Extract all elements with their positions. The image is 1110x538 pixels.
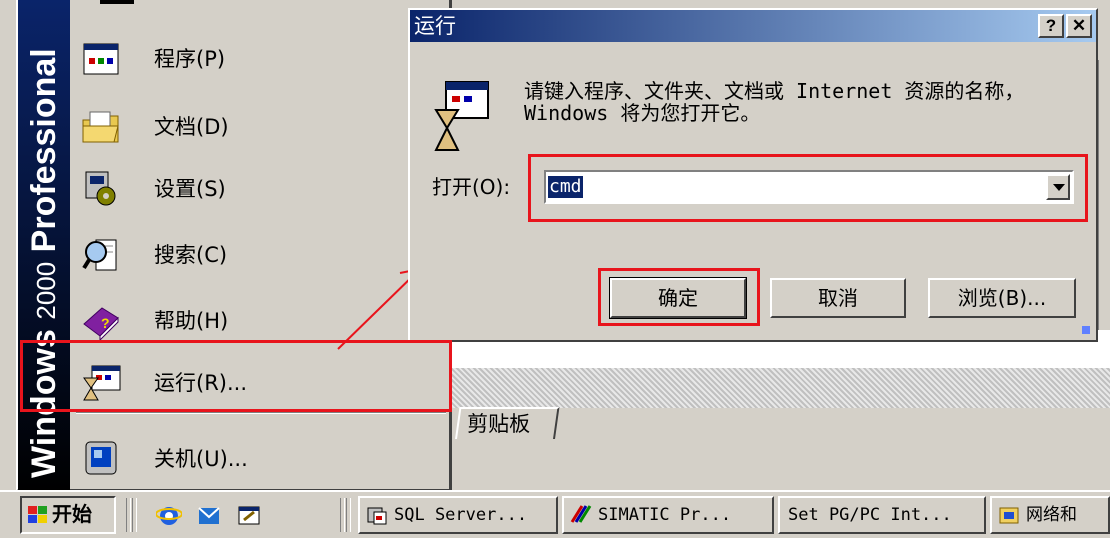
menu-label-programs: 程序(P) xyxy=(154,47,226,71)
run-dialog-titlebar[interactable]: 运行 ? ✕ xyxy=(410,10,1096,42)
menu-item-shutdown[interactable]: 关机(U)... xyxy=(70,428,450,490)
banner-edition: Professional xyxy=(25,48,63,253)
menu-item-programs[interactable]: 程序(P) xyxy=(70,28,450,90)
programs-icon xyxy=(83,43,119,75)
annotation-box-run-item xyxy=(20,340,452,412)
start-button[interactable]: 开始 xyxy=(20,496,116,534)
start-button-label: 开始 xyxy=(52,502,92,526)
menu-label-search: 搜索(C) xyxy=(154,243,228,267)
menu-separator xyxy=(76,412,446,414)
task-sql-server[interactable]: SQL Server... xyxy=(358,496,558,534)
clipboard-tab[interactable]: 剪贴板 xyxy=(455,407,560,439)
menu-label-documents: 文档(D) xyxy=(154,115,229,139)
task-network[interactable]: 网络和 xyxy=(990,496,1110,534)
annotation-box-ok-button xyxy=(598,268,760,326)
help-button[interactable]: ? xyxy=(1038,14,1064,38)
windows-2000-banner: Windows 2000 Professional xyxy=(18,0,70,492)
simatic-icon xyxy=(570,505,592,523)
quicklaunch-divider xyxy=(126,498,131,532)
annotation-box-open-field xyxy=(528,154,1088,222)
cancel-button[interactable]: 取消 xyxy=(770,278,906,318)
task-network-label: 网络和 xyxy=(1026,505,1077,525)
internet-explorer-icon[interactable] xyxy=(156,502,182,528)
menu-label-settings: 设置(S) xyxy=(154,177,226,201)
shutdown-icon xyxy=(85,441,117,475)
sql-server-icon xyxy=(367,507,387,525)
task-sql-server-label: SQL Server... xyxy=(394,505,528,525)
menu-top-edge xyxy=(100,0,134,4)
task-simatic-label: SIMATIC Pr... xyxy=(598,505,732,525)
task-simatic[interactable]: SIMATIC Pr... xyxy=(562,496,774,534)
svg-text:?: ? xyxy=(101,315,110,331)
task-set-pg-pc-label: Set PG/PC Int... xyxy=(788,505,952,525)
menu-item-documents[interactable]: 文档(D) xyxy=(70,96,450,158)
network-folder-icon xyxy=(999,507,1019,524)
task-set-pg-pc[interactable]: Set PG/PC Int... xyxy=(778,496,986,534)
menu-item-settings[interactable]: 设置(S) xyxy=(70,158,450,220)
tasks-divider xyxy=(346,498,351,532)
windows-flag-icon xyxy=(28,506,47,523)
documents-icon xyxy=(82,111,119,143)
banner-version: 2000 xyxy=(31,261,61,320)
menu-label-shutdown: 关机(U)... xyxy=(154,447,248,471)
tasks-divider xyxy=(340,498,345,532)
outlook-express-icon[interactable] xyxy=(196,502,222,528)
settings-icon xyxy=(85,171,116,206)
show-desktop-icon[interactable] xyxy=(236,502,262,528)
background-window-edge xyxy=(1098,60,1110,330)
browse-button[interactable]: 浏览(B)... xyxy=(928,278,1076,318)
run-dialog-title: 运行 xyxy=(414,14,456,38)
search-icon xyxy=(82,239,117,271)
run-dialog-icon xyxy=(434,81,489,151)
help-icon: ? xyxy=(83,307,119,342)
background-splitter xyxy=(450,368,1110,408)
open-field-label: 打开(O): xyxy=(432,175,511,199)
close-button[interactable]: ✕ xyxy=(1066,14,1092,38)
dialog-resize-marker xyxy=(1082,326,1090,334)
run-dialog-prompt: 请键入程序、文件夹、文档或 Internet 资源的名称，Windows 将为您… xyxy=(524,79,1025,125)
clipboard-tab-label: 剪贴板 xyxy=(467,412,531,436)
quicklaunch-divider xyxy=(132,498,137,532)
